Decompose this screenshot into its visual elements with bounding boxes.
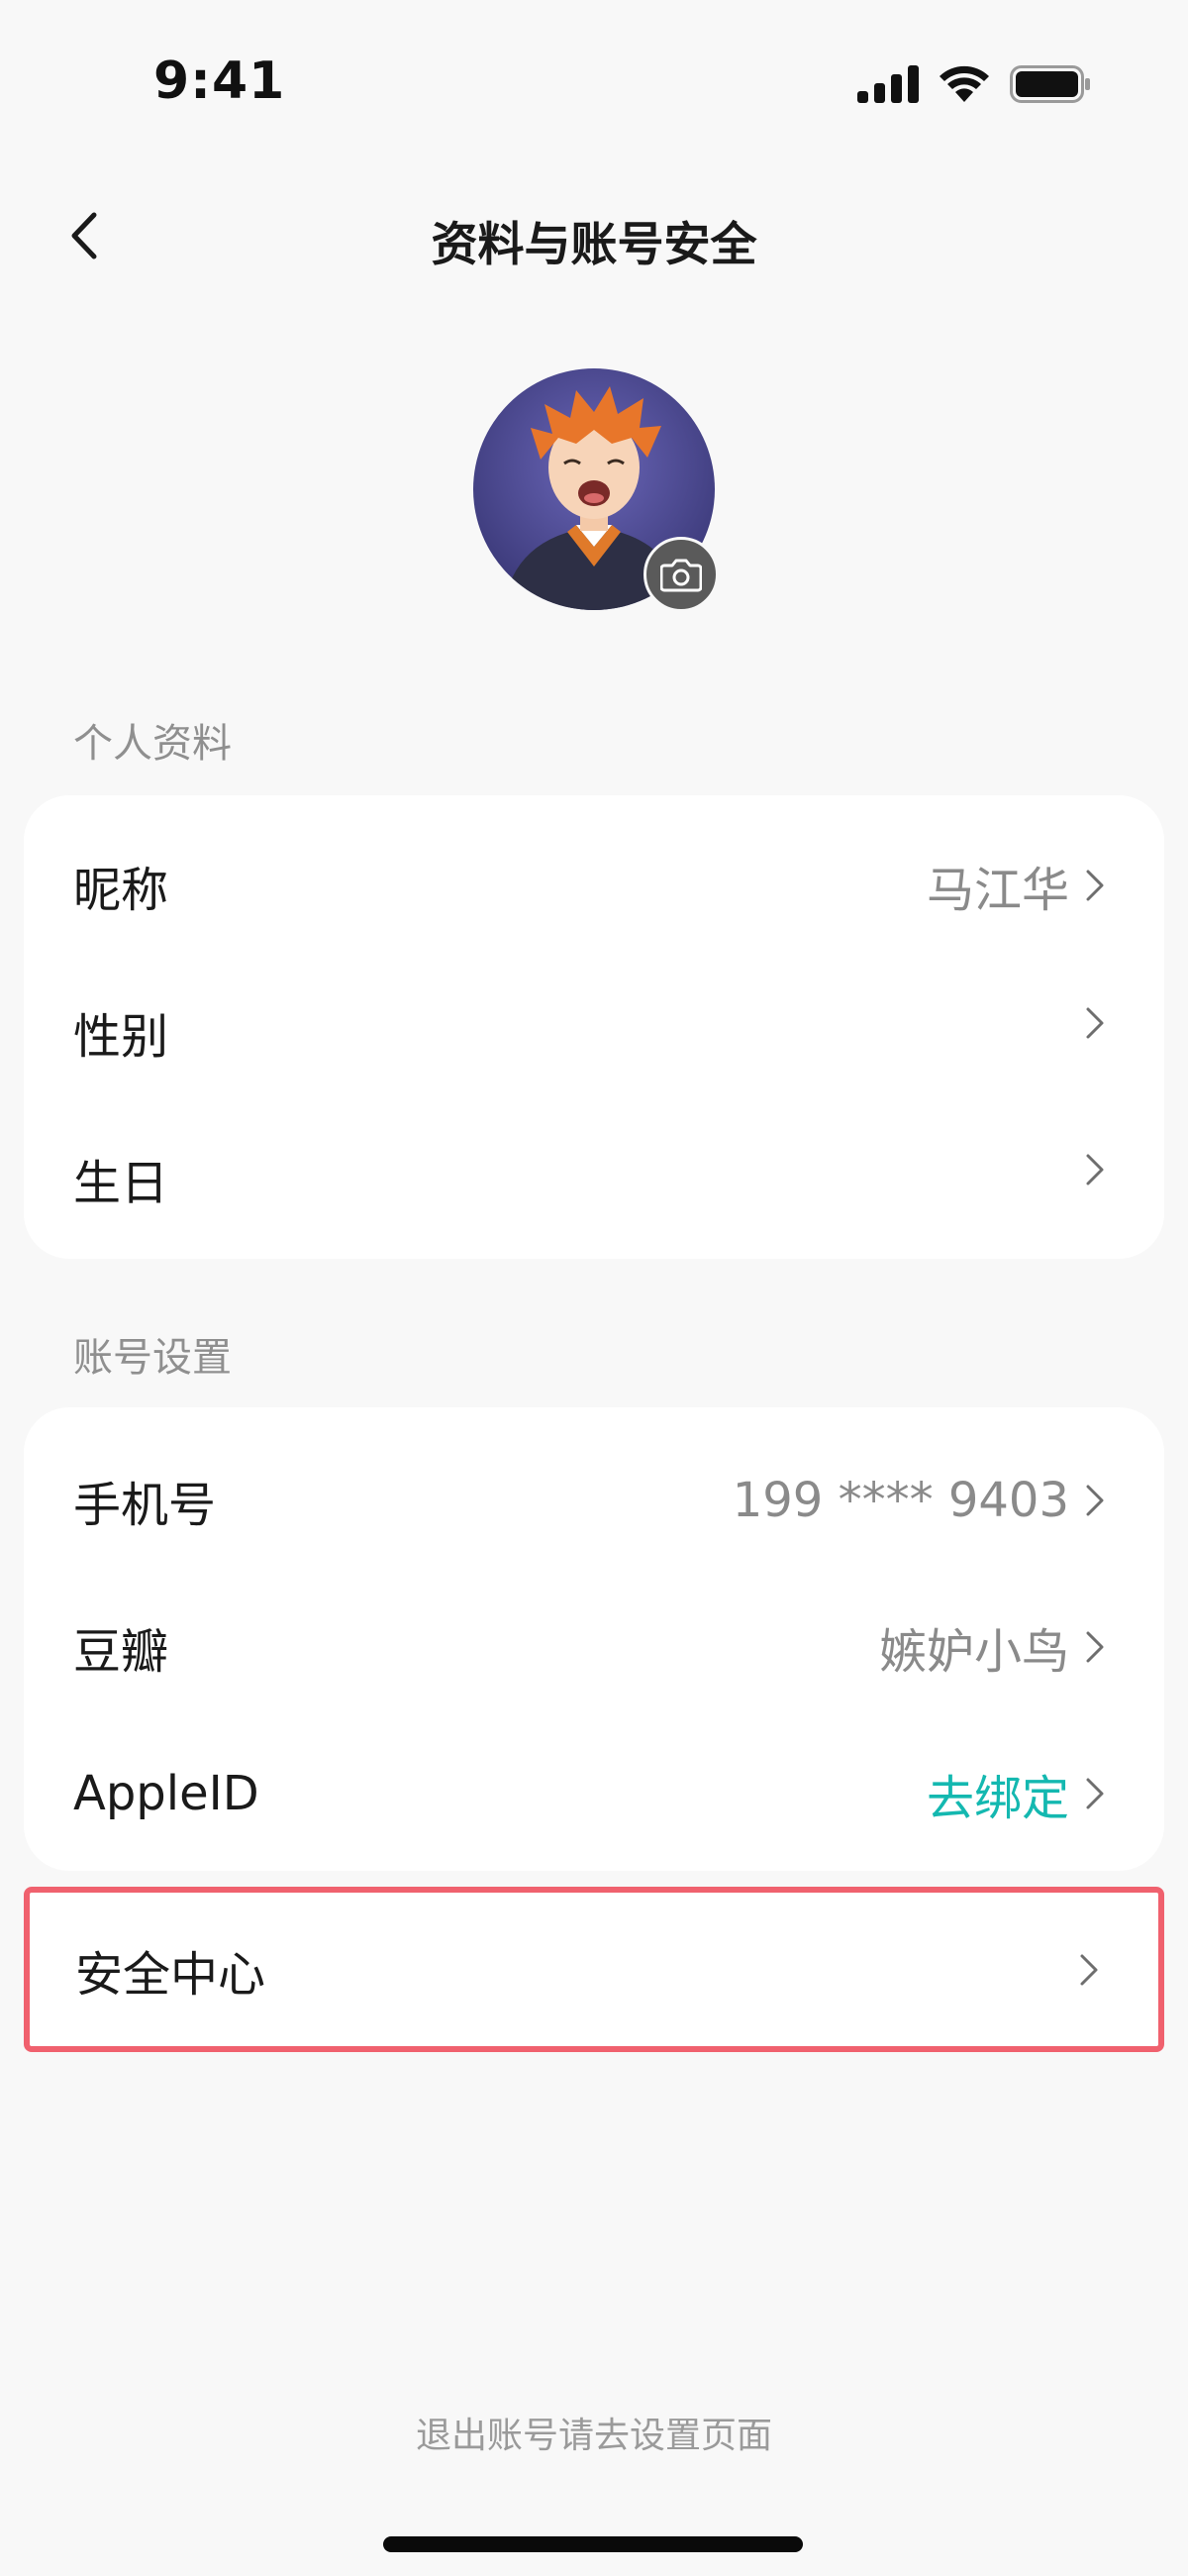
row-label: AppleID: [73, 1766, 259, 1821]
section-label-profile: 个人资料: [73, 721, 232, 767]
wifi-icon: [940, 65, 989, 102]
chevron-right-icon: [1086, 1778, 1104, 1809]
row-douban[interactable]: 豆瓣 嫉妒小鸟: [24, 1574, 1164, 1720]
row-gender[interactable]: 性别: [24, 959, 1164, 1105]
status-icons: [857, 65, 1091, 103]
row-birthday[interactable]: 生日: [24, 1105, 1164, 1252]
chevron-right-icon: [1086, 1007, 1104, 1039]
chevron-right-icon: [1086, 1485, 1104, 1516]
page-title: 资料与账号安全: [431, 218, 757, 272]
navigation-bar: 资料与账号安全: [0, 178, 1188, 292]
row-label: 安全中心: [75, 1946, 266, 2003]
status-time: 9:41: [153, 52, 286, 111]
change-avatar-button[interactable]: [644, 537, 719, 612]
chevron-right-icon: [1086, 870, 1104, 901]
section-label-account: 账号设置: [73, 1335, 232, 1381]
security-center-row[interactable]: 安全中心: [24, 1887, 1164, 2052]
logout-hint: 退出账号请去设置页面: [415, 2416, 772, 2456]
row-label: 性别: [73, 1009, 169, 1065]
chevron-right-icon: [1086, 1154, 1104, 1185]
chevron-right-icon: [1086, 1631, 1104, 1663]
cellular-signal-icon: [857, 65, 919, 103]
status-bar: 9:41: [0, 0, 1188, 173]
home-indicator[interactable]: [383, 2536, 803, 2552]
row-phone[interactable]: 手机号 199 **** 9403: [24, 1427, 1164, 1574]
row-value: 199 **** 9403: [732, 1473, 1069, 1528]
battery-icon: [1010, 65, 1090, 103]
account-card: 手机号 199 **** 9403 豆瓣 嫉妒小鸟 AppleID 去绑定: [24, 1407, 1164, 1871]
chevron-right-icon: [1080, 1954, 1098, 1985]
camera-icon: [660, 559, 702, 592]
row-value: 马江华: [926, 863, 1069, 918]
row-label: 豆瓣: [73, 1624, 169, 1680]
row-appleid[interactable]: AppleID 去绑定: [24, 1720, 1164, 1867]
row-label: 手机号: [73, 1478, 217, 1533]
bind-appleid-link[interactable]: 去绑定: [927, 1759, 1069, 1828]
avatar-button[interactable]: [473, 368, 721, 616]
row-label: 生日: [73, 1156, 169, 1211]
row-nickname[interactable]: 昵称 马江华: [24, 812, 1164, 959]
row-label: 昵称: [73, 863, 169, 918]
row-value: 嫉妒小鸟: [878, 1624, 1069, 1680]
profile-card: 昵称 马江华 性别 生日: [24, 795, 1164, 1259]
